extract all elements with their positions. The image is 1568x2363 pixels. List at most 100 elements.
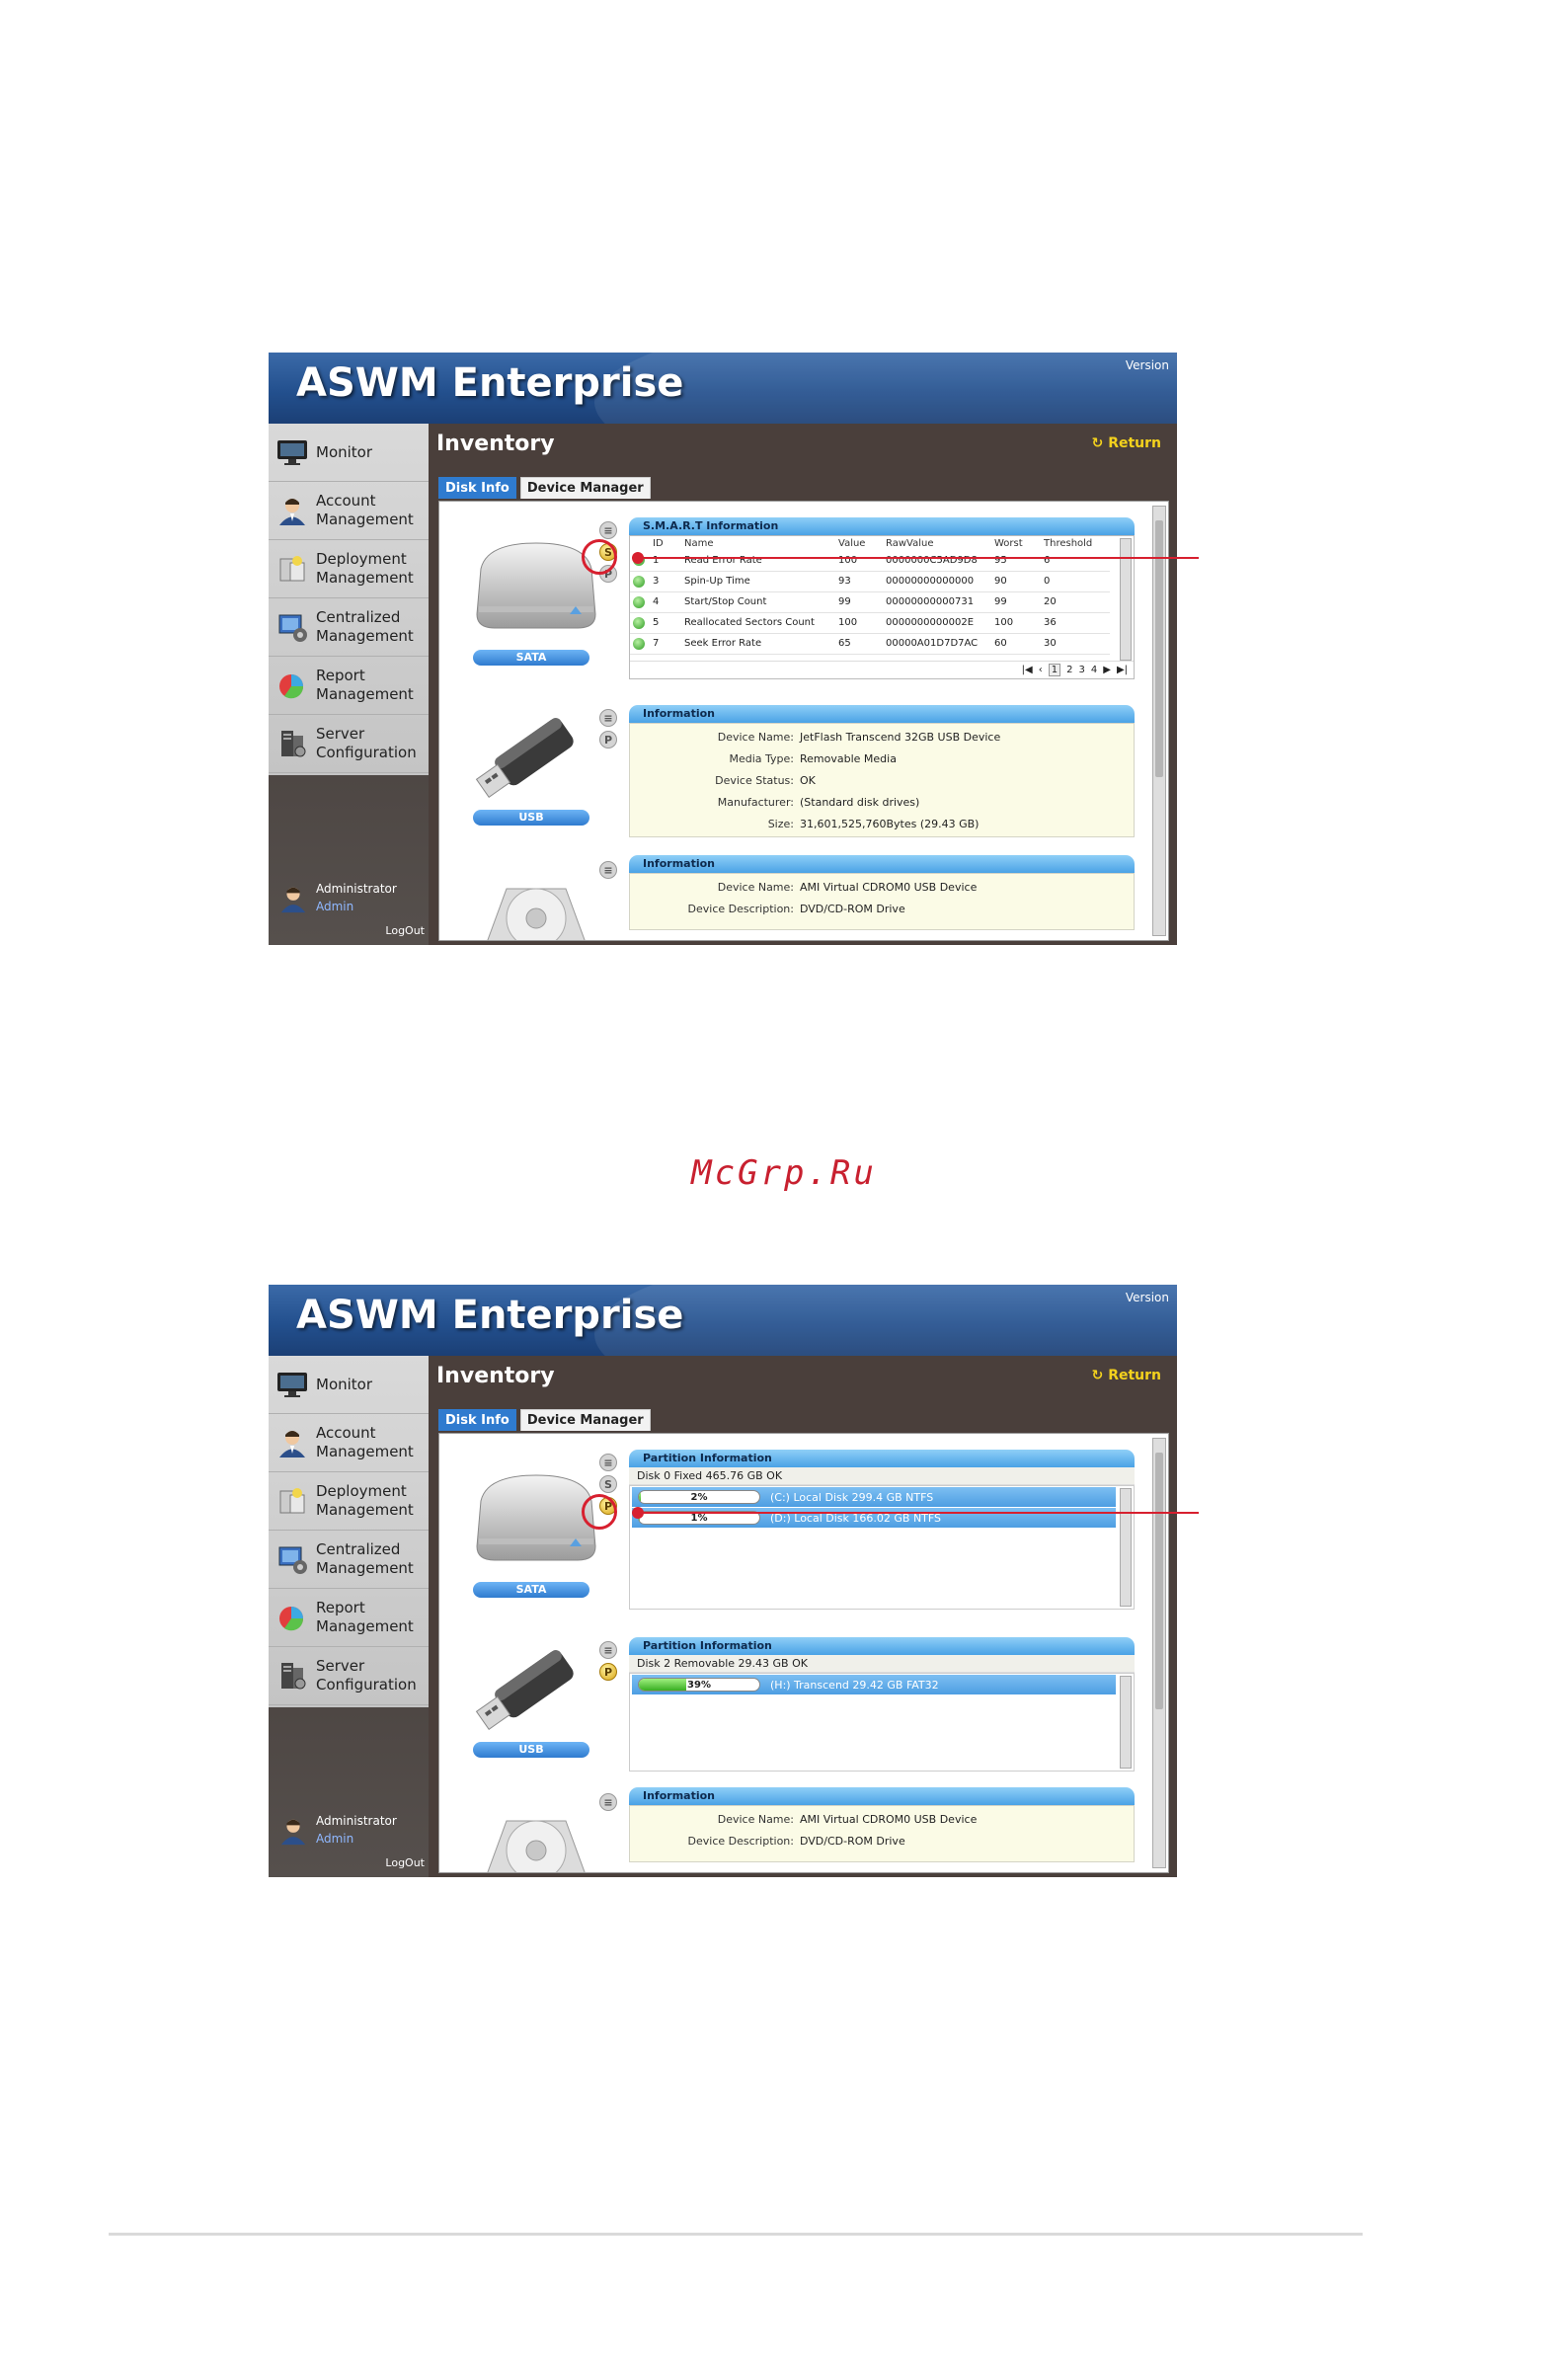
return-label: Return xyxy=(1108,435,1161,451)
sidebar-item-label: Server Configuration xyxy=(316,725,417,761)
table-row[interactable]: 1 Read Error Rate 100 0000000C5AD9D8 95 6 xyxy=(630,550,1110,572)
cell-raw: 0000000000002E xyxy=(883,612,991,634)
cdrom-info-header: Information xyxy=(629,855,1135,873)
page-4[interactable]: 4 xyxy=(1091,665,1097,675)
sidebar-item-label: Report Management xyxy=(316,667,414,703)
cdrom-drive-icon xyxy=(487,888,586,940)
sidebar-item-centralized[interactable]: Centralized Management xyxy=(269,1531,429,1589)
scroll-thumb[interactable] xyxy=(1155,520,1163,777)
first-page-icon[interactable]: |◀ xyxy=(1022,665,1033,675)
logout-link[interactable]: LogOut xyxy=(385,924,425,937)
status-ok-icon xyxy=(633,595,645,608)
info-button[interactable]: ≡ xyxy=(599,1454,617,1471)
page-3[interactable]: 3 xyxy=(1078,665,1084,675)
sidebar-item-deployment[interactable]: Deployment Management xyxy=(269,1472,429,1531)
scroll-thumb[interactable] xyxy=(1155,1453,1163,1709)
page-1[interactable]: 1 xyxy=(1048,664,1061,676)
cell-raw: 00000000000731 xyxy=(883,591,991,613)
tab-disk-info[interactable]: Disk Info xyxy=(438,477,516,499)
partition-row[interactable]: 2% (C:) Local Disk 299.4 GB NTFS xyxy=(632,1487,1116,1507)
partition-scrollbar[interactable] xyxy=(1120,1676,1132,1769)
info-value: DVD/CD-ROM Drive xyxy=(800,902,905,915)
cdrom-info-box: Information Device Name: AMI Virtual CDRO… xyxy=(629,1787,1135,1862)
version-link[interactable]: Version xyxy=(1126,1291,1169,1304)
tab-device-manager[interactable]: Device Manager xyxy=(519,1409,651,1431)
sidebar-item-report[interactable]: Report Management xyxy=(269,1589,429,1647)
return-button[interactable]: ↻ Return xyxy=(1092,435,1161,451)
sidebar-menu: Monitor Account Management Deployment Ma… xyxy=(269,1356,429,1707)
info-key: Device Name: xyxy=(717,730,794,744)
cell-worst: 100 xyxy=(991,612,1041,634)
info-value: OK xyxy=(800,773,816,787)
info-button[interactable]: ≡ xyxy=(599,521,617,539)
sidebar-item-account[interactable]: Account Management xyxy=(269,482,429,540)
admin-avatar-icon xyxy=(280,887,306,913)
cdrom-info-box: Information Device Name: AMI Virtual CDRO… xyxy=(629,855,1135,930)
panel-scrollbar[interactable] xyxy=(1152,1438,1166,1868)
info-value: JetFlash Transcend 32GB USB Device xyxy=(800,730,1001,744)
disk-info-panel: SATA ≡ S P S.M.A.R.T Information ID Name… xyxy=(438,501,1169,941)
cell-value: 65 xyxy=(835,633,883,655)
page-title: Inventory xyxy=(436,432,555,456)
cdrom-info-body: Device Name: AMI Virtual CDROM0 USB Devic… xyxy=(629,873,1135,930)
prev-page-icon[interactable]: ‹ xyxy=(1039,665,1043,675)
version-link[interactable]: Version xyxy=(1126,358,1169,372)
panel-scrollbar[interactable] xyxy=(1152,506,1166,936)
partition-scrollbar[interactable] xyxy=(1120,1488,1132,1607)
info-button[interactable]: ≡ xyxy=(599,861,617,879)
sidebar-item-centralized[interactable]: Centralized Management xyxy=(269,598,429,657)
partition-header: Partition Information xyxy=(629,1450,1135,1467)
cell-worst: 95 xyxy=(991,550,1041,572)
sidebar: Monitor Account Management Deployment Ma… xyxy=(269,424,429,945)
partition-row[interactable]: 1% (D:) Local Disk 166.02 GB NTFS xyxy=(632,1508,1116,1528)
sidebar-item-monitor[interactable]: Monitor xyxy=(269,1356,429,1414)
info-button[interactable]: ≡ xyxy=(599,1641,617,1659)
table-row[interactable]: 3 Spin-Up Time 93 00000000000000 90 0 xyxy=(630,571,1110,592)
sidebar-item-label: Deployment Management xyxy=(316,1482,414,1519)
table-row[interactable]: 7 Seek Error Rate 65 00000A01D7D7AC 60 30 xyxy=(630,633,1110,655)
next-page-icon[interactable]: ▶ xyxy=(1103,665,1111,675)
list-icon: ≡ xyxy=(603,711,613,725)
sidebar-item-server[interactable]: Server Configuration xyxy=(269,715,429,773)
list-icon: ≡ xyxy=(603,1643,613,1657)
last-page-icon[interactable]: ▶| xyxy=(1117,665,1128,675)
info-value: Removable Media xyxy=(800,751,897,765)
app-title: ASWM Enterprise xyxy=(296,360,684,406)
cell-id: 5 xyxy=(650,612,681,634)
callout-ring xyxy=(582,1494,617,1530)
tab-disk-info[interactable]: Disk Info xyxy=(438,1409,516,1431)
info-row: Device Name: AMI Virtual CDROM0 USB Devic… xyxy=(630,876,1134,898)
sidebar-item-account[interactable]: Account Management xyxy=(269,1414,429,1472)
return-button[interactable]: ↻ Return xyxy=(1092,1368,1161,1383)
account-icon xyxy=(276,1427,308,1458)
col-name: Name xyxy=(684,537,714,549)
tab-device-manager[interactable]: Device Manager xyxy=(519,477,651,499)
page-2[interactable]: 2 xyxy=(1066,665,1072,675)
server-icon xyxy=(276,1660,308,1692)
screenshot-partition: ASWM Enterprise Version Monitor Account … xyxy=(269,1285,1177,1877)
table-row[interactable]: 5 Reallocated Sectors Count 100 00000000000… xyxy=(630,612,1110,634)
smart-button[interactable]: S xyxy=(599,1475,617,1493)
sidebar-item-deployment[interactable]: Deployment Management xyxy=(269,540,429,598)
sidebar-item-server[interactable]: Server Configuration xyxy=(269,1647,429,1705)
cell-threshold: 6 xyxy=(1041,550,1110,572)
info-button[interactable]: ≡ xyxy=(599,709,617,727)
sidebar-item-monitor[interactable]: Monitor xyxy=(269,424,429,482)
usb-partition-box: Partition Information Disk 2 Removable 2… xyxy=(629,1637,1135,1772)
centralized-icon xyxy=(276,1543,308,1575)
partition-row[interactable]: 39% (H:) Transcend 29.42 GB FAT32 xyxy=(632,1675,1116,1694)
sidebar-item-report[interactable]: Report Management xyxy=(269,657,429,715)
partition-button[interactable]: P xyxy=(599,731,617,748)
cell-value: 100 xyxy=(835,550,883,572)
logout-link[interactable]: LogOut xyxy=(385,1856,425,1869)
inventory-tabs: Disk Info Device Manager xyxy=(438,477,655,499)
cdrom-drive-icon xyxy=(487,1820,586,1872)
main-content: Inventory ↻ Return Disk Info Device Mana… xyxy=(429,424,1177,945)
info-button[interactable]: ≡ xyxy=(599,1793,617,1811)
partition-button[interactable]: P xyxy=(599,1663,617,1681)
cell-name: Spin-Up Time xyxy=(681,571,835,592)
info-value: AMI Virtual CDROM0 USB Device xyxy=(800,880,978,894)
partition-label: (H:) Transcend 29.42 GB FAT32 xyxy=(770,1678,939,1692)
list-icon: ≡ xyxy=(603,1795,613,1809)
table-row[interactable]: 4 Start/Stop Count 99 00000000000731 99 20 xyxy=(630,591,1110,613)
